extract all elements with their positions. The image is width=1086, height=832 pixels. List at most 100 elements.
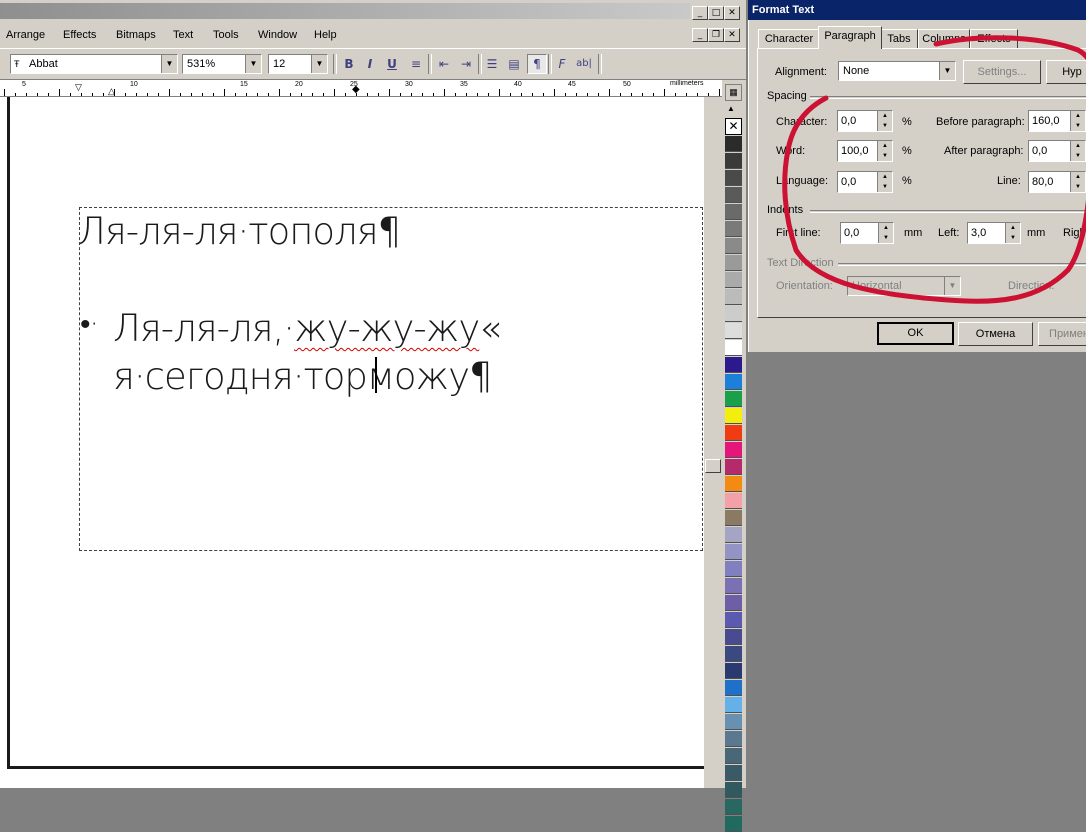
color-swatch[interactable]	[725, 476, 742, 492]
minimize-icon[interactable]: _	[692, 6, 708, 20]
color-swatch[interactable]	[725, 340, 742, 356]
color-swatch[interactable]	[725, 459, 742, 475]
spin-arrows-icon[interactable]: ▲ ▼	[1070, 111, 1085, 131]
color-swatch[interactable]	[725, 595, 742, 611]
italic-button[interactable]: I	[360, 54, 380, 74]
decrease-indent-icon[interactable]: ⇤	[434, 54, 454, 74]
color-swatch[interactable]	[725, 493, 742, 509]
line-spacing-field[interactable]: 80,0 ▲ ▼	[1028, 171, 1086, 193]
doc-close-icon[interactable]: ✕	[724, 28, 740, 42]
color-swatch[interactable]	[725, 782, 742, 798]
underline-button[interactable]: U	[382, 54, 402, 74]
doc-restore-icon[interactable]: ❐	[708, 28, 724, 42]
settings-button[interactable]: Settings...	[963, 60, 1041, 84]
word-spacing-field[interactable]: 100,0 ▲ ▼	[837, 140, 893, 162]
text-line-3[interactable]: я·сегодня·торможу¶	[113, 355, 493, 398]
color-swatch[interactable]	[725, 816, 742, 832]
color-swatch[interactable]	[725, 527, 742, 543]
color-swatch[interactable]	[725, 306, 742, 322]
color-swatch[interactable]	[725, 170, 742, 186]
color-swatch[interactable]	[725, 136, 742, 152]
chevron-down-icon[interactable]: ▼	[161, 55, 177, 73]
first-line-indent-marker-icon[interactable]: ▽	[75, 82, 82, 93]
maximize-icon[interactable]: □	[708, 6, 724, 20]
scrollbar-thumb[interactable]	[705, 459, 721, 473]
chevron-down-icon[interactable]: ▼	[245, 55, 261, 73]
language-spacing-field[interactable]: 0,0 ▲ ▼	[837, 171, 893, 193]
spin-arrows-icon[interactable]: ▲ ▼	[877, 141, 892, 161]
zoom-combo[interactable]: 531% ▼	[182, 54, 262, 74]
color-swatch[interactable]	[725, 646, 742, 662]
color-swatch[interactable]	[725, 187, 742, 203]
misspelled-word[interactable]: жу-жу-жу	[294, 307, 480, 350]
spin-arrows-icon[interactable]: ▲ ▼	[1005, 223, 1020, 243]
format-text-button[interactable]: F	[552, 54, 572, 74]
color-swatch[interactable]	[725, 374, 742, 390]
increase-indent-icon[interactable]: ⇥	[456, 54, 476, 74]
color-swatch[interactable]	[725, 714, 742, 730]
font-size-combo[interactable]: 12 ▼	[268, 54, 328, 74]
tab-character[interactable]: Character	[758, 29, 820, 49]
horizontal-ruler[interactable]: 5 10 15 20 25 30 35 40 45 50 millimeters…	[0, 80, 722, 97]
spin-arrows-icon[interactable]: ▲ ▼	[1070, 141, 1085, 161]
color-swatch[interactable]	[725, 238, 742, 254]
close-icon[interactable]: ✕	[724, 6, 740, 20]
menu-window[interactable]: Window	[258, 29, 297, 41]
color-swatch[interactable]	[725, 544, 742, 560]
chevron-down-icon[interactable]: ▼	[944, 277, 960, 295]
color-swatch[interactable]	[725, 799, 742, 815]
color-swatch[interactable]	[725, 323, 742, 339]
color-swatch[interactable]	[725, 442, 742, 458]
color-swatch[interactable]	[725, 731, 742, 747]
bold-button[interactable]: B	[339, 54, 359, 74]
color-swatch[interactable]	[725, 357, 742, 373]
ok-button[interactable]: OK	[877, 322, 954, 345]
hyphenation-button[interactable]: Hyp	[1046, 60, 1086, 84]
color-swatch[interactable]	[725, 153, 742, 169]
color-swatch[interactable]	[725, 272, 742, 288]
apply-button[interactable]: Примен	[1038, 322, 1086, 346]
menu-tools[interactable]: Tools	[213, 29, 239, 41]
color-swatch[interactable]	[725, 221, 742, 237]
spin-arrows-icon[interactable]: ▲ ▼	[1070, 172, 1085, 192]
spin-arrows-icon[interactable]: ▲ ▼	[878, 223, 893, 243]
menu-text[interactable]: Text	[173, 29, 193, 41]
color-swatch[interactable]	[725, 629, 742, 645]
palette-menu-icon[interactable]: ▦	[725, 84, 742, 101]
color-swatch[interactable]	[725, 680, 742, 696]
tab-columns[interactable]: Columns	[918, 29, 970, 49]
vertical-scrollbar[interactable]	[704, 97, 722, 788]
tab-effects[interactable]: Effects	[970, 29, 1018, 49]
doc-minimize-icon[interactable]: _	[692, 28, 708, 42]
show-nonprinting-button[interactable]: ¶	[527, 54, 547, 74]
align-icon[interactable]: ≡	[406, 54, 426, 74]
drop-cap-icon[interactable]: ▤	[504, 54, 524, 74]
alignment-combo[interactable]: None ▼	[838, 61, 956, 81]
chevron-down-icon[interactable]: ▼	[939, 62, 955, 80]
before-paragraph-field[interactable]: 160,0 ▲ ▼	[1028, 110, 1086, 132]
tab-paragraph[interactable]: Paragraph	[818, 26, 882, 49]
tab-tabs[interactable]: Tabs	[880, 29, 918, 49]
color-swatch[interactable]	[725, 663, 742, 679]
left-indent-field[interactable]: 3,0 ▲ ▼	[967, 222, 1021, 244]
color-swatch[interactable]	[725, 765, 742, 781]
text-line-2[interactable]: Ля-ля-ля,·жу-жу-жу«	[113, 307, 502, 350]
menu-effects[interactable]: Effects	[63, 29, 96, 41]
after-paragraph-field[interactable]: 0,0 ▲ ▼	[1028, 140, 1086, 162]
bullet-list-icon[interactable]: ☰	[482, 54, 502, 74]
color-swatch[interactable]	[725, 510, 742, 526]
font-name-combo[interactable]: Abbat Ŧ ▼	[10, 54, 178, 74]
menu-bitmaps[interactable]: Bitmaps	[116, 29, 156, 41]
color-swatch[interactable]	[725, 204, 742, 220]
orientation-combo[interactable]: Horizontal ▼	[847, 276, 961, 296]
cancel-button[interactable]: Отмена	[958, 322, 1033, 346]
color-swatch[interactable]	[725, 425, 742, 441]
edit-text-button[interactable]: ab|	[574, 54, 594, 74]
chevron-down-icon[interactable]: ▼	[311, 55, 327, 73]
color-swatch[interactable]	[725, 612, 742, 628]
character-spacing-field[interactable]: 0,0 ▲ ▼	[837, 110, 893, 132]
first-line-field[interactable]: 0,0 ▲ ▼	[840, 222, 894, 244]
color-swatch[interactable]	[725, 289, 742, 305]
palette-scroll-up-icon[interactable]: ▲	[727, 104, 735, 113]
color-swatch[interactable]	[725, 697, 742, 713]
